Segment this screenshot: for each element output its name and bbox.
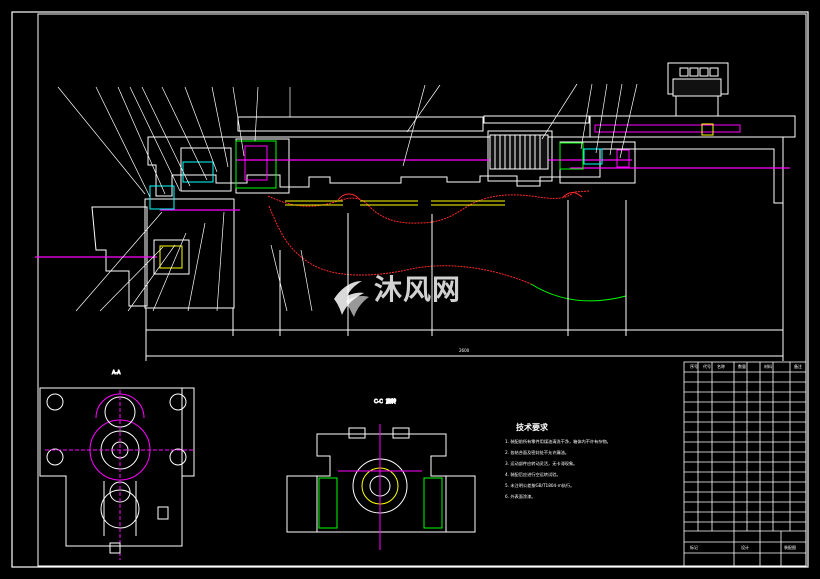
title-block-bottom-right: 装配图 <box>784 544 796 550</box>
tech-note-line: 4. 装配后应进行空运转试验。 <box>505 471 561 478</box>
watermark-brand: 沐风网 <box>374 273 461 306</box>
tech-notes-title: 技术要求 <box>516 422 549 432</box>
title-block-header: 名称 <box>717 363 725 369</box>
overall-dimension-label: 2600 <box>459 348 470 353</box>
tech-note-line: 2. 各结合面及密封处不允许漏油。 <box>505 449 569 456</box>
title-block-header: 数量 <box>738 363 746 369</box>
section-label-middle-suffix: 旋转 <box>386 398 396 405</box>
tech-note-line: 3. 运动部件应转动灵活，无卡滞现象。 <box>505 460 577 467</box>
tech-note-line: 5. 未注明公差按GB/T1804-m执行。 <box>505 482 574 489</box>
cad-drawing: 序号 代号 名称 数量 材料 备注 标记 设计 装配图 2600 A-A C-C… <box>0 0 820 579</box>
title-block-header: 代号 <box>703 363 711 369</box>
title-block-header: 材料 <box>764 363 772 369</box>
tech-note-line: 1. 装配前所有零件用煤油清洗干净，箱体内不许有杂物。 <box>505 438 611 445</box>
title-block-bottom-left: 标记 <box>690 544 698 550</box>
section-label-top: A-A <box>112 370 121 376</box>
title-block-bottom-mid: 设计 <box>741 544 749 550</box>
center-gear-block <box>489 134 549 170</box>
tech-note-line: 6. 外表面涂漆。 <box>505 493 535 500</box>
section-label-middle: C-C <box>374 399 383 405</box>
title-block-header: 序号 <box>690 363 698 369</box>
title-block-header: 备注 <box>794 363 802 369</box>
motor-body <box>672 78 722 97</box>
